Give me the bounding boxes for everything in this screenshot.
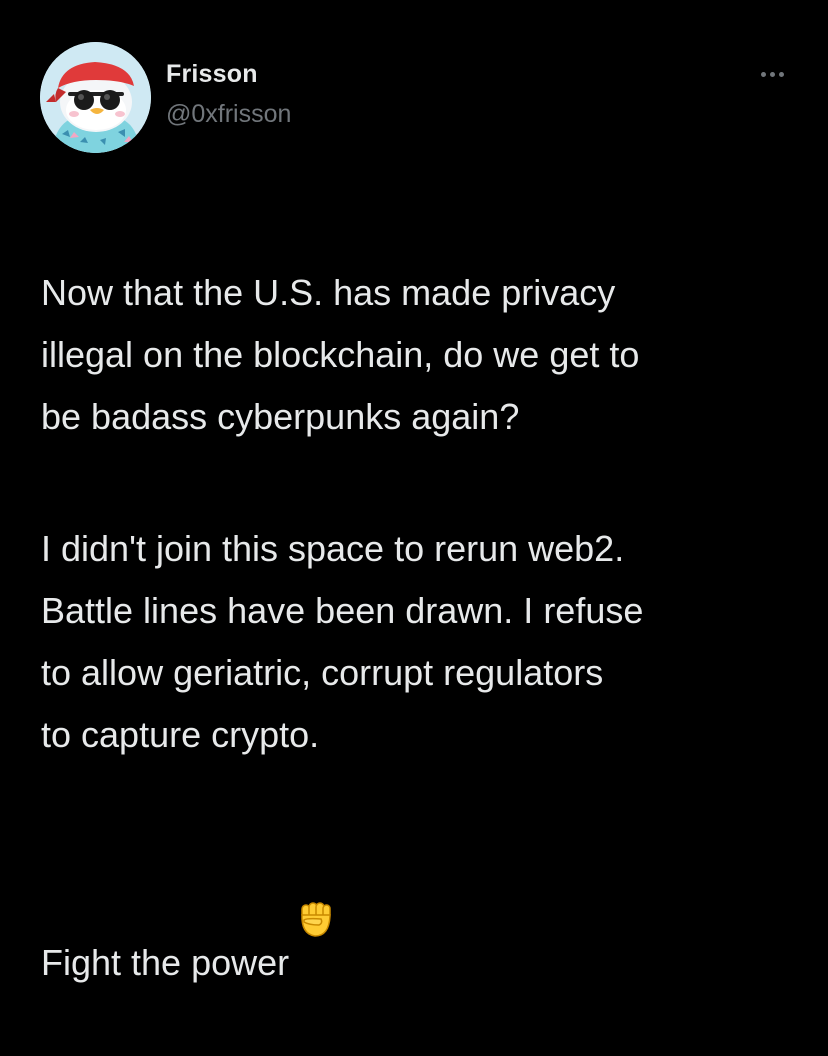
tweet-paragraph: I didn't join this space to rerun web2. … (41, 528, 644, 755)
tweet-text: Now that the U.S. has made privacy illeg… (41, 200, 811, 1056)
tweet-card: Frisson @0xfrisson Now that the U.S. has… (0, 0, 828, 983)
author-handle[interactable]: @0xfrisson (166, 100, 291, 129)
tweet-paragraph-text: Fight the power (41, 942, 290, 983)
tweet-paragraph-last: Fight the power (41, 836, 811, 994)
penguin-avatar-icon[interactable] (40, 42, 151, 153)
more-dot (760, 71, 766, 77)
more-dot (769, 71, 775, 77)
tweet-paragraph: Now that the U.S. has made privacy illeg… (41, 272, 640, 437)
raised-fist-icon (295, 836, 337, 937)
more-dot (778, 71, 784, 77)
more-options-icon[interactable] (752, 62, 792, 86)
author-display-name[interactable]: Frisson (166, 60, 258, 89)
